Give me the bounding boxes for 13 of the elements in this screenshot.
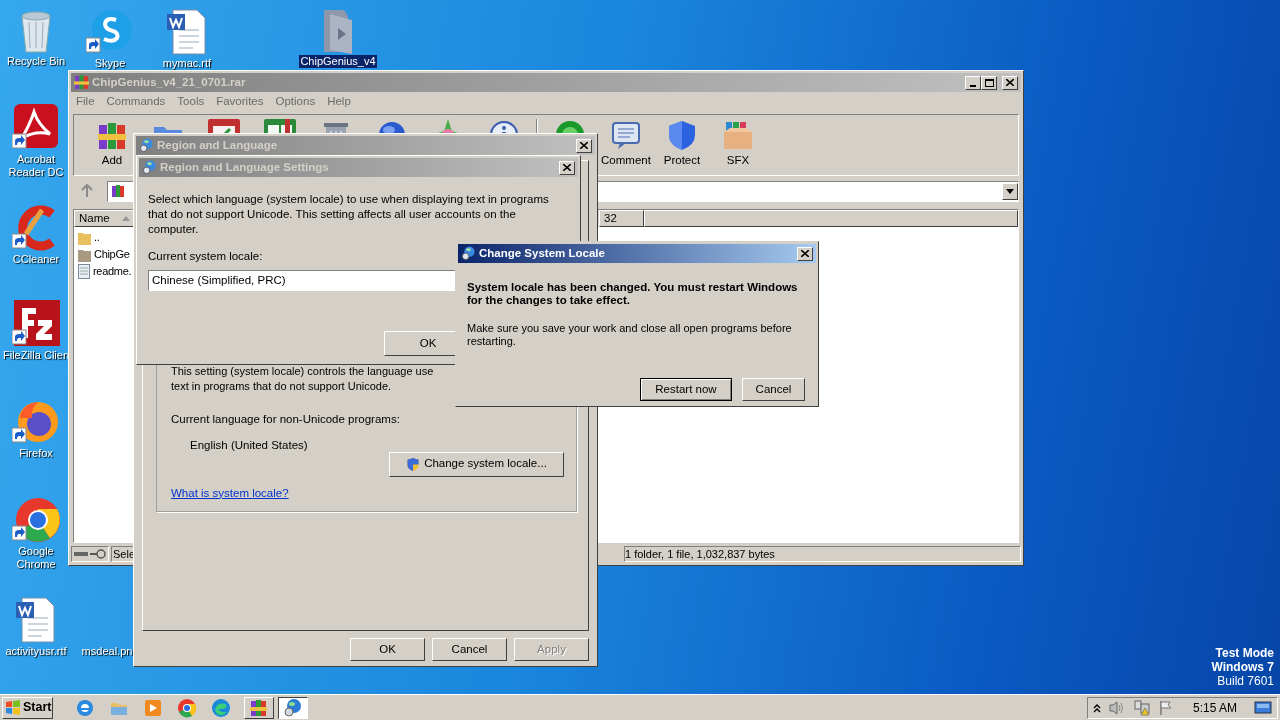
os-notice-text: Build 7601 xyxy=(1217,674,1274,688)
description-text: Select which language (system locale) to use when displaying text in programs that do not support Unicode. This setting affects all user accounts on the computer. xyxy=(148,192,550,237)
os-notice-text: Windows 7 xyxy=(1211,660,1274,674)
field-label: Current language for non-Unicode programs: xyxy=(171,412,401,427)
description-text: This setting (system locale) controls the language use text in programs that do not support Unicode. xyxy=(171,364,435,394)
status-text: 1 folder, 1 file, 1,032,837 bytes xyxy=(625,546,775,562)
window-title: Region and Language Settings xyxy=(160,159,330,175)
window-title: Change System Locale xyxy=(479,245,606,261)
window-title: Region and Language xyxy=(157,137,279,153)
field-label: Current system locale: xyxy=(148,249,263,264)
os-notice-text: Test Mode xyxy=(1215,646,1274,660)
language-value: English (United States) xyxy=(189,438,309,454)
window-title: ChipGenius_v4_21_0701.rar xyxy=(92,74,247,90)
